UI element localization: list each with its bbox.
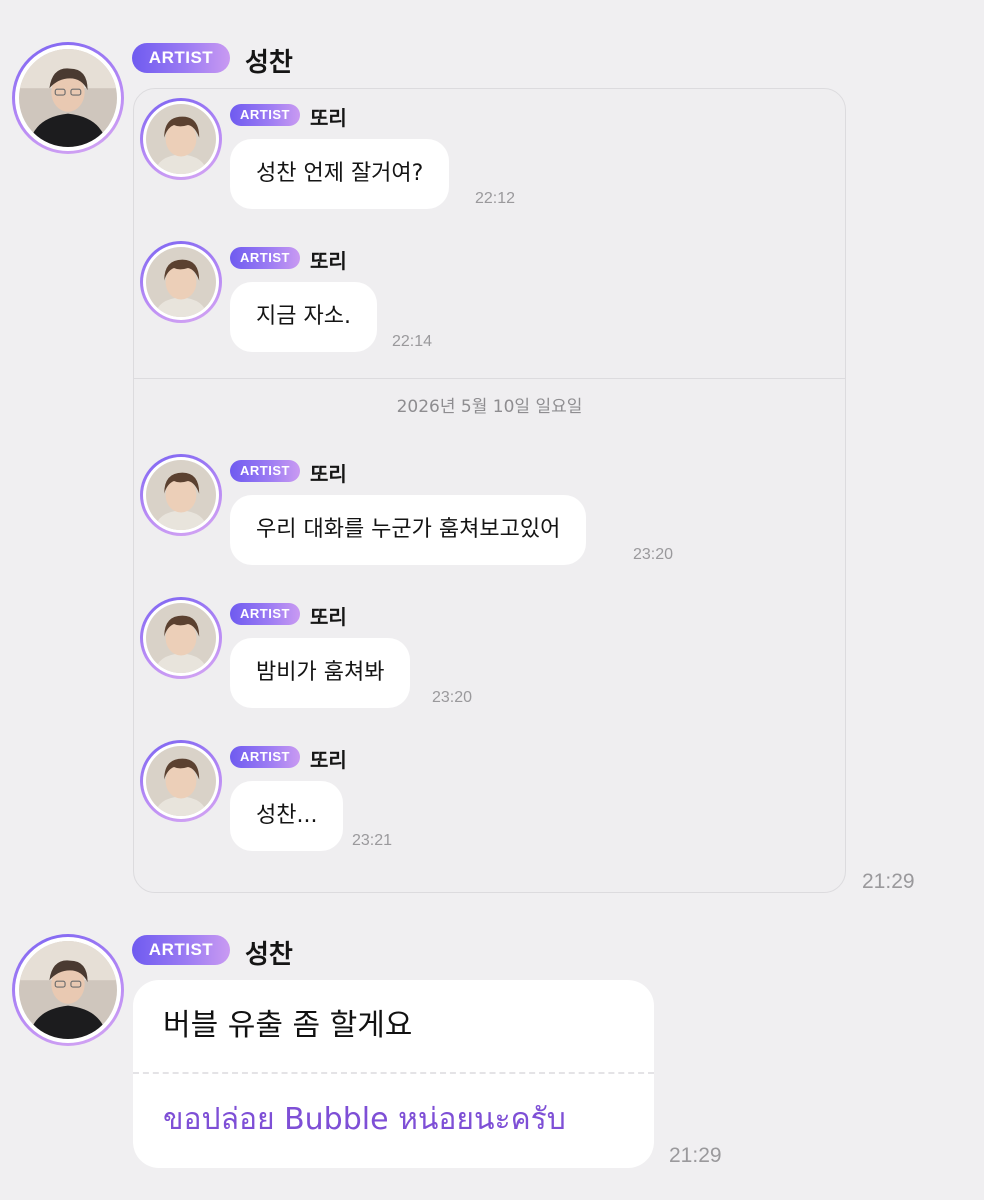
sender-name[interactable]: 성찬 (245, 42, 293, 79)
message-time: 22:14 (392, 333, 433, 350)
artist-badge: ARTIST (230, 247, 300, 269)
artist-badge: ARTIST (230, 104, 300, 126)
message-avatar[interactable] (140, 241, 222, 323)
person-photo-icon (19, 49, 117, 147)
person-photo-icon (146, 247, 216, 317)
message-time: 22:12 (475, 190, 516, 207)
message-time: 23:21 (352, 832, 393, 849)
post-time: 21:29 (669, 1144, 722, 1167)
message-bubble[interactable]: 성찬... (230, 781, 344, 851)
artist-badge: ARTIST (230, 603, 300, 625)
message-bubble[interactable]: 우리 대화를 누군가 훔쳐보고있어 (230, 495, 587, 565)
message-time: 23:20 (432, 689, 473, 706)
artist-badge: ARTIST (230, 460, 300, 482)
message-bubble[interactable]: 버블 유출 좀 할게요 ขอปล่อย Bubble หน่อยนะครับ (133, 980, 654, 1168)
person-photo-icon (146, 603, 216, 673)
person-photo-icon (146, 746, 216, 816)
sender-name: 또리 (310, 605, 347, 629)
sender-name[interactable]: 성찬 (245, 934, 293, 971)
message-avatar[interactable] (140, 454, 222, 536)
post-time: 21:29 (862, 870, 915, 893)
artist-badge: ARTIST (132, 935, 230, 965)
message-time: 23:20 (633, 546, 674, 563)
person-photo-icon (19, 941, 117, 1039)
translation-divider (133, 1072, 654, 1074)
message-bubble[interactable]: 밤비가 훔쳐봐 (230, 638, 411, 708)
date-separator: 2026년 5월 10일 일요일 (396, 397, 583, 417)
quoted-thread (133, 88, 846, 893)
message-bubble[interactable]: 지금 자소. (230, 282, 377, 352)
sender-name: 또리 (310, 249, 347, 273)
artist-badge: ARTIST (132, 43, 230, 73)
message-avatar[interactable] (140, 597, 222, 679)
sender-name: 또리 (310, 748, 347, 772)
message-avatar[interactable] (140, 740, 222, 822)
message-bubble[interactable]: 성찬 언제 잘거여? (230, 139, 450, 209)
message-avatar[interactable] (140, 98, 222, 180)
sender-avatar[interactable] (12, 42, 124, 154)
person-photo-icon (146, 460, 216, 530)
artist-badge: ARTIST (230, 746, 300, 768)
translation-text: ขอปล่อย Bubble หน่อยนะครับ (163, 1102, 566, 1137)
person-photo-icon (146, 104, 216, 174)
sender-name: 또리 (310, 462, 347, 486)
date-divider-line (134, 378, 845, 379)
sender-name: 또리 (310, 106, 347, 130)
sender-avatar[interactable] (12, 934, 124, 1046)
message-text: 버블 유출 좀 할게요 (163, 1008, 413, 1043)
